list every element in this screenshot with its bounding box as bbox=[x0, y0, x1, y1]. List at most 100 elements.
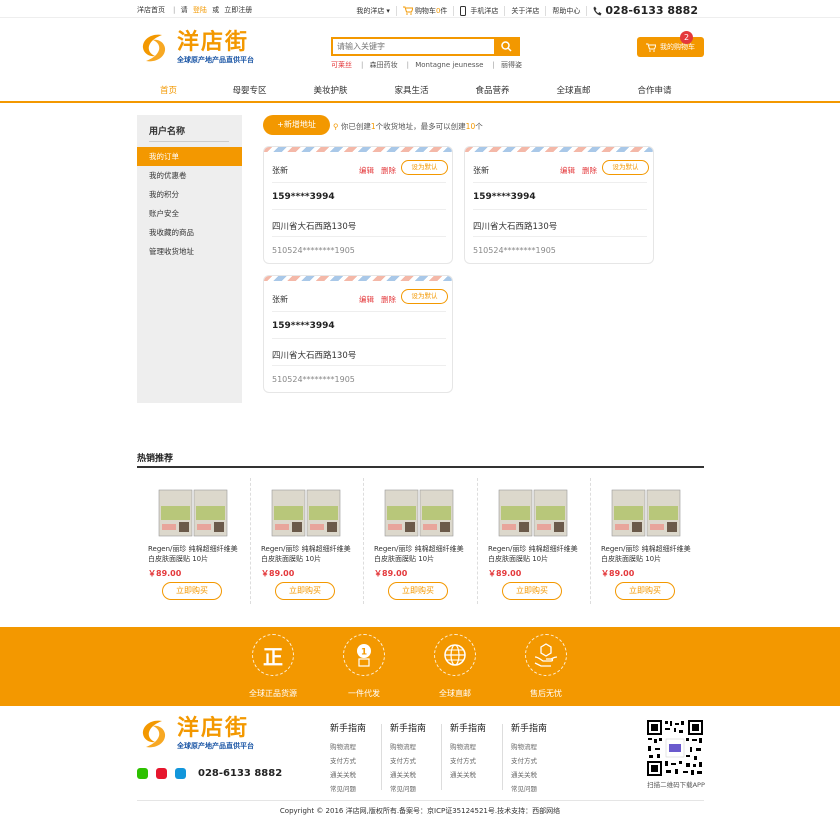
logo[interactable]: 洋店街 全球原产地产品直供平台 bbox=[137, 31, 254, 65]
sidebar-item-points[interactable]: 我的积分 bbox=[137, 185, 242, 204]
footer-link[interactable]: 购物流程 bbox=[511, 740, 571, 754]
product-name[interactable]: Regen/丽珍 纯棉超细纤维美白皮肤面膜贴 10片 bbox=[488, 544, 583, 564]
product-image[interactable] bbox=[497, 486, 569, 540]
qr-label: 扫描二维码下载APP bbox=[647, 781, 705, 789]
product-image[interactable] bbox=[383, 486, 455, 540]
hot-section-divider bbox=[137, 466, 704, 468]
nav-item-beauty[interactable]: 美妆护肤 bbox=[290, 84, 371, 100]
recipient-name: 张新 bbox=[272, 295, 288, 304]
nav-item-global[interactable]: 全球直邮 bbox=[533, 84, 614, 100]
mobile-link[interactable]: 手机洋店 bbox=[454, 5, 506, 16]
address-card: 张新 编辑 删除 设为默认 159****3994 四川省大石西路130号 51… bbox=[464, 146, 654, 264]
wechat-icon[interactable] bbox=[137, 768, 148, 779]
delete-link[interactable]: 删除 bbox=[582, 165, 597, 176]
qr-code bbox=[646, 719, 704, 777]
register-link[interactable]: 立即注册 bbox=[224, 6, 252, 14]
nav-item-home-living[interactable]: 家具生活 bbox=[371, 84, 452, 100]
product-image[interactable] bbox=[157, 486, 229, 540]
login-link[interactable]: 登陆 bbox=[193, 6, 207, 14]
my-store-label: 我的洋店 bbox=[356, 6, 385, 15]
product-name[interactable]: Regen/丽珍 纯棉超细纤维美白皮肤面膜贴 10片 bbox=[601, 544, 696, 564]
set-default-button[interactable]: 设为默认 bbox=[401, 289, 448, 304]
recipient-address: 四川省大石西路130号 bbox=[473, 222, 558, 232]
footer-link[interactable]: 支付方式 bbox=[450, 754, 510, 768]
product-image[interactable] bbox=[610, 486, 682, 540]
edit-link[interactable]: 编辑 bbox=[560, 165, 575, 176]
my-cart-button[interactable]: 我的购物车 bbox=[637, 37, 704, 57]
recipient-id: 510524********1905 bbox=[272, 246, 355, 255]
card-divider bbox=[473, 209, 647, 210]
buy-now-button[interactable]: 立即购买 bbox=[162, 582, 222, 600]
sidebar-item-coupons[interactable]: 我的优惠卷 bbox=[137, 166, 242, 185]
delete-link[interactable]: 删除 bbox=[381, 165, 396, 176]
sidebar-item-favorites[interactable]: 我收藏的商品 bbox=[137, 223, 242, 242]
nav-divider bbox=[0, 101, 840, 103]
my-store-menu[interactable]: 我的洋店 ▾ bbox=[350, 5, 397, 16]
info-post: 个 bbox=[475, 122, 483, 131]
footer-link[interactable]: 支付方式 bbox=[511, 754, 571, 768]
buy-now-button[interactable]: 立即购买 bbox=[615, 582, 675, 600]
cart-suffix: 件 bbox=[440, 6, 448, 15]
nav-item-food[interactable]: 食品营养 bbox=[452, 84, 533, 100]
help-link[interactable]: 帮助中心 bbox=[546, 5, 588, 16]
hot-word[interactable]: 丽得姿 bbox=[501, 61, 522, 69]
logo-icon bbox=[138, 718, 170, 750]
product-card[interactable]: Regen/丽珍 纯棉超细纤维美白皮肤面膜贴 10片 ￥89.00 立即购买 bbox=[250, 476, 363, 606]
sidebar-item-security[interactable]: 账户安全 bbox=[137, 204, 242, 223]
info-max: 10 bbox=[465, 122, 476, 131]
search-input[interactable] bbox=[333, 39, 494, 54]
top-cart-link[interactable]: 购物车 0 件 bbox=[397, 5, 455, 16]
hot-section-title: 热销推荐 bbox=[137, 454, 174, 464]
search-button[interactable] bbox=[494, 39, 518, 54]
weibo-icon[interactable] bbox=[156, 768, 167, 779]
nav-item-home[interactable]: 首页 bbox=[128, 84, 209, 100]
set-default-button[interactable]: 设为默认 bbox=[602, 160, 649, 175]
footer-link[interactable]: 通关关税 bbox=[511, 768, 571, 782]
set-default-button[interactable]: 设为默认 bbox=[401, 160, 448, 175]
address-card: 张新 编辑 删除 设为默认 159****3994 四川省大石西路130号 51… bbox=[263, 275, 453, 393]
footer-link[interactable]: 通关关税 bbox=[450, 768, 510, 782]
mobile-icon bbox=[460, 5, 467, 16]
product-card[interactable]: Regen/丽珍 纯棉超细纤维美白皮肤面膜贴 10片 ￥89.00 立即购买 bbox=[477, 476, 590, 606]
product-card[interactable]: Regen/丽珍 纯棉超细纤维美白皮肤面膜贴 10片 ￥89.00 立即购买 bbox=[590, 476, 703, 606]
card-divider bbox=[272, 311, 446, 312]
nav-item-baby[interactable]: 母婴专区 bbox=[209, 84, 290, 100]
footer-column-divider bbox=[441, 724, 442, 790]
recipient-phone: 159****3994 bbox=[272, 321, 335, 331]
add-address-button[interactable]: +新增地址 bbox=[263, 115, 330, 135]
hot-word[interactable]: 可莱丝 bbox=[331, 61, 352, 69]
logo-icon bbox=[138, 32, 170, 64]
qq-icon[interactable] bbox=[175, 768, 186, 779]
main-nav: 首页 母婴专区 美妆护肤 家具生活 食品营养 全球直邮 合作申请 bbox=[128, 84, 713, 100]
product-card[interactable]: Regen/丽珍 纯棉超细纤维美白皮肤面膜贴 10片 ￥89.00 立即购买 bbox=[363, 476, 476, 606]
buy-now-button[interactable]: 立即购买 bbox=[275, 582, 335, 600]
top-bar-right: 我的洋店 ▾ 购物车 0 件 手机洋店 关于洋店 帮助中心 028-6133 8882 bbox=[350, 4, 704, 17]
edit-link[interactable]: 编辑 bbox=[359, 294, 374, 305]
footer-logo[interactable]: 洋店街 全球原产地产品直供平台 bbox=[137, 717, 254, 751]
buy-now-button[interactable]: 立即购买 bbox=[388, 582, 448, 600]
edit-link[interactable]: 编辑 bbox=[359, 165, 374, 176]
delete-link[interactable]: 删除 bbox=[381, 294, 396, 305]
search-icon bbox=[500, 41, 512, 52]
product-name[interactable]: Regen/丽珍 纯棉超细纤维美白皮肤面膜贴 10片 bbox=[261, 544, 356, 564]
product-name[interactable]: Regen/丽珍 纯棉超细纤维美白皮肤面膜贴 10片 bbox=[148, 544, 243, 564]
product-name[interactable]: Regen/丽珍 纯棉超细纤维美白皮肤面膜贴 10片 bbox=[374, 544, 469, 564]
airmail-stripe bbox=[264, 147, 452, 152]
nav-item-cooperation[interactable]: 合作申请 bbox=[614, 84, 695, 100]
buy-now-button[interactable]: 立即购买 bbox=[502, 582, 562, 600]
footer-link[interactable]: 常见问题 bbox=[511, 782, 571, 796]
hot-word[interactable]: 森田药妆 bbox=[370, 61, 398, 69]
hot-word[interactable]: Montagne jeunesse bbox=[415, 61, 483, 69]
hot-words: 可莱丝 | 森田药妆 | Montagne jeunesse | 丽得姿 bbox=[331, 61, 523, 69]
feature-label: 一件代发 bbox=[348, 689, 380, 698]
product-image[interactable] bbox=[270, 486, 342, 540]
footer-column-divider bbox=[502, 724, 503, 790]
home-link[interactable]: 洋店首页 bbox=[137, 6, 165, 14]
product-card[interactable]: Regen/丽珍 纯棉超细纤维美白皮肤面膜贴 10片 ￥89.00 立即购买 bbox=[137, 476, 250, 606]
footer-link[interactable]: 购物流程 bbox=[450, 740, 510, 754]
sidebar-item-addresses[interactable]: 管理收货地址 bbox=[137, 242, 242, 261]
sidebar-item-orders[interactable]: 我的订单 bbox=[137, 147, 242, 166]
about-link[interactable]: 关于洋店 bbox=[505, 5, 547, 16]
card-divider bbox=[473, 236, 647, 237]
cart-badge: 2 bbox=[680, 31, 693, 44]
